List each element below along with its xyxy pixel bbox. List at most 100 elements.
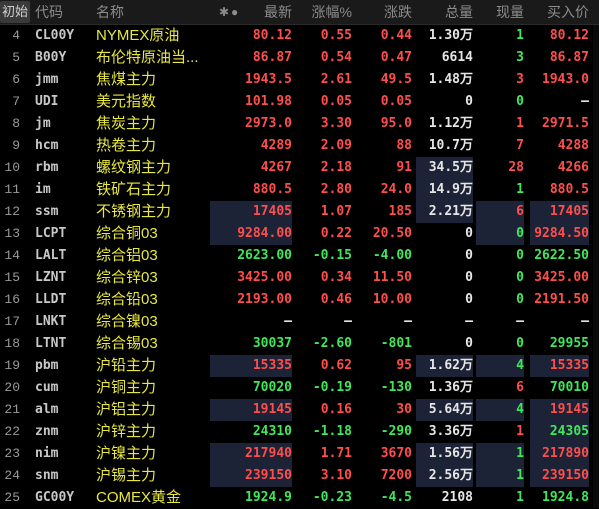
bid-price: 19145 [530,399,589,421]
total-volume: 3.36万 [428,424,473,439]
total-volume: 14.9万 [416,179,473,201]
symbol-code: alm [35,402,59,417]
total-volume: 0 [465,248,473,263]
change-percent: 0.05 [320,94,352,109]
current-volume: 0 [476,223,524,245]
last-price: 2623.00 [237,248,292,263]
bid-price: 2191.50 [534,292,589,307]
column-header-last[interactable]: 最新 [210,0,292,24]
symbol-code: snm [35,468,59,483]
table-row[interactable]: 20 cum 沪铜主力 70020 -0.19 -130 1.36万 6 70010 [0,377,599,399]
symbol-code: LCPT [35,226,67,241]
row-index: 17 [4,314,20,329]
bid-price: — [581,94,589,109]
table-row[interactable]: 5 B00Y 布伦特原油当... 86.87 0.54 0.47 6614 3 86.87 [0,47,599,69]
row-index: 4 [12,28,20,43]
change-percent: 3.10 [320,468,352,483]
current-volume: 6 [476,201,524,223]
current-volume: 3 [516,72,524,87]
table-row[interactable]: 4 CL00Y NYMEX原油 80.12 0.55 0.44 1.30万 1 80.12 [0,25,599,47]
current-volume: 0 [516,94,524,109]
total-volume: 0 [465,94,473,109]
change-percent: 0.46 [320,292,352,307]
table-row[interactable]: 17 LNKT 综合镍03 — — — — — — [0,311,599,333]
table-row[interactable]: 21 alm 沪铝主力 19145 0.16 30 5.64万 4 19145 [0,399,599,421]
change-percent: -0.23 [312,490,352,505]
bid-price: 15335 [530,355,589,377]
table-row[interactable]: 16 LLDT 综合铅03 2193.00 0.46 10.00 0 0 2191.50 [0,289,599,311]
column-header-change-pct[interactable]: 涨幅% [296,0,352,24]
symbol-code: CL00Y [35,28,75,43]
instrument-name: 沪锌主力 [96,423,157,440]
bid-price: 86.87 [549,50,589,65]
total-volume: 0 [465,292,473,307]
change-value: 88 [396,138,412,153]
current-volume: — [516,314,524,329]
table-row[interactable]: 18 LTNT 综合锡03 30037 -2.60 -801 0 0 29955 [0,333,599,355]
table-row[interactable]: 10 rbm 螺纹钢主力 4267 2.18 91 34.5万 28 4266 [0,157,599,179]
table-row[interactable]: 23 nim 沪镍主力 217940 1.71 3670 1.56万 1 217890 [0,443,599,465]
last-price: 24310 [252,424,292,439]
current-volume: 1 [516,28,524,43]
change-value: 95.0 [380,116,412,131]
row-index: 12 [4,204,20,219]
row-index: 23 [4,446,20,461]
symbol-code: znm [35,424,59,439]
bid-price: 4266 [557,160,589,175]
table-row[interactable]: 15 LZNT 综合锌03 3425.00 0.34 11.50 0 0 3425.00 [0,267,599,289]
row-index: 10 [4,160,20,175]
table-row[interactable]: 19 pbm 沪铅主力 15335 0.62 95 1.62万 4 15335 [0,355,599,377]
instrument-name: COMEX黄金 [96,489,182,506]
column-header-name[interactable]: 名称 [96,0,124,24]
change-percent: 0.54 [320,50,352,65]
change-percent: 2.18 [320,160,352,175]
table-row[interactable]: 14 LALT 综合铝03 2623.00 -0.15 -4.00 0 0 2622.50 [0,245,599,267]
total-volume: 34.5万 [416,157,473,179]
change-value: 95 [396,358,412,373]
table-row[interactable]: 8 jm 焦炭主力 2973.0 3.30 95.0 1.12万 1 2971.5 [0,113,599,135]
column-header-change[interactable]: 涨跌 [356,0,412,24]
last-price: 1943.5 [245,72,292,87]
row-index: 24 [4,468,20,483]
change-value: 30 [396,402,412,417]
instrument-name: 美元指数 [96,93,157,110]
instrument-name: 螺纹钢主力 [96,159,172,176]
table-row[interactable]: 6 jmm 焦煤主力 1943.5 2.61 49.5 1.48万 3 1943.0 [0,69,599,91]
instrument-name: 综合铝03 [96,247,158,264]
symbol-code: LLDT [35,292,67,307]
row-index: 22 [4,424,20,439]
instrument-name: 综合锡03 [96,335,158,352]
last-price: 3425.00 [237,270,292,285]
change-value: -801 [380,336,412,351]
column-header-volume[interactable]: 总量 [416,0,473,24]
symbol-code: rbm [35,160,59,175]
column-header-bid[interactable]: 买入价 [530,0,589,24]
table-row[interactable]: 13 LCPT 综合铜03 9284.00 0.22 20.50 0 0 9284.50 [0,223,599,245]
column-header-code[interactable]: 代码 [35,0,63,24]
symbol-code: LZNT [35,270,67,285]
change-percent: 2.61 [320,72,352,87]
symbol-code: jm [35,116,51,131]
last-price: 217940 [210,443,292,465]
column-header-current-volume[interactable]: 现量 [476,0,524,24]
table-row[interactable]: 12 ssm 不锈钢主力 17405 1.07 185 2.21万 6 17405 [0,201,599,223]
table-row[interactable]: 25 GC00Y COMEX黄金 1924.9 -0.23 -4.5 2108 1 1924.8 [0,487,599,509]
table-row[interactable]: 7 UDI 美元指数 101.98 0.05 0.05 0 0 — [0,91,599,113]
table-row[interactable]: 24 snm 沪锡主力 239150 3.10 7200 2.56万 1 239150 [0,465,599,487]
table-row[interactable]: 11 im 铁矿石主力 880.5 2.80 24.0 14.9万 1 880.5 [0,179,599,201]
vertical-scrollbar[interactable] [593,25,599,508]
table-row[interactable]: 9 hcm 热卷主力 4289 2.09 88 10.7万 7 4288 [0,135,599,157]
change-value: 10.00 [372,292,412,307]
tab-initial[interactable]: 初始 [0,1,30,23]
change-value: 7200 [380,468,412,483]
bid-price: 9284.50 [530,223,589,245]
instrument-name: 布伦特原油当... [96,49,199,66]
instrument-name: NYMEX原油 [96,27,180,44]
current-volume: 1 [516,182,524,197]
symbol-code: hcm [35,138,59,153]
last-price: 86.87 [252,50,292,65]
bid-price: 1943.0 [542,72,589,87]
change-value: 49.5 [380,72,412,87]
table-row[interactable]: 22 znm 沪锌主力 24310 -1.18 -290 3.36万 1 24305 [0,421,599,443]
current-volume: 28 [508,160,524,175]
